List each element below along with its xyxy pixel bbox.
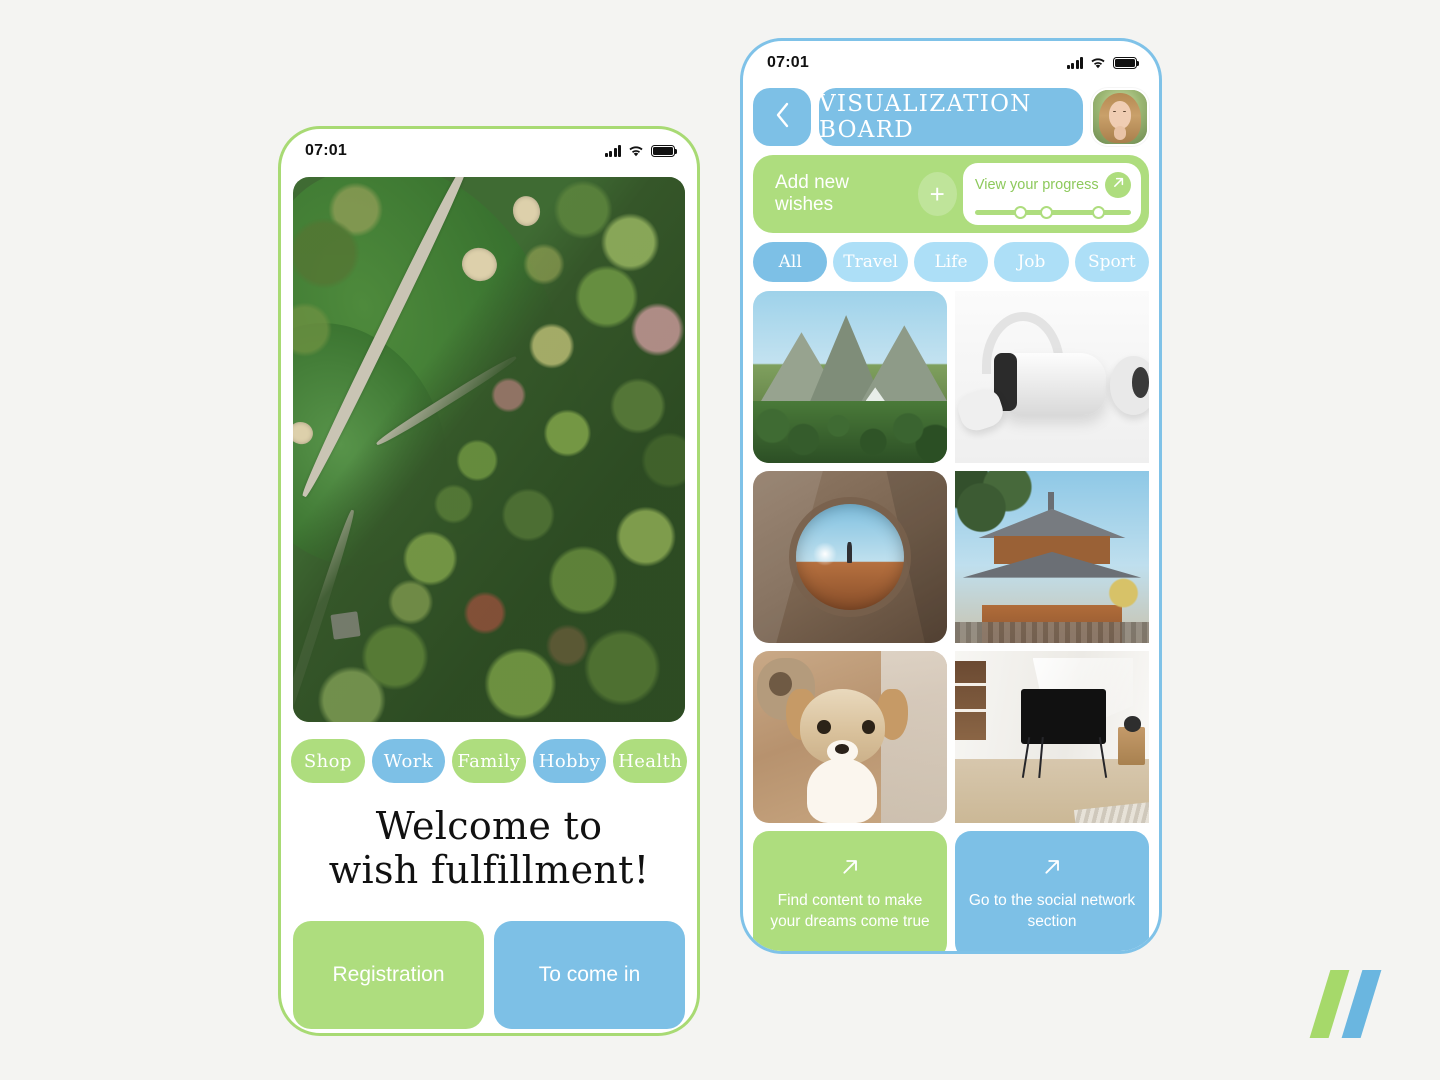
page-title: VISUALIZATION BOARD	[819, 88, 1083, 146]
filter-chip-life[interactable]: Life	[913, 242, 989, 282]
filter-chip-label: Sport	[1087, 252, 1136, 272]
category-pill-health[interactable]: Health	[613, 739, 687, 783]
filter-chip-sport[interactable]: Sport	[1074, 242, 1150, 282]
signal-bars-icon	[604, 145, 621, 157]
registration-button-label: Registration	[332, 962, 445, 986]
signal-bars-icon	[1066, 57, 1083, 69]
add-wish-button[interactable]: +	[917, 172, 957, 216]
screenshot-canvas: 07:01 Shop Work Family Hobby Health Welc…	[0, 0, 1440, 1080]
status-icons	[604, 145, 678, 157]
welcome-line-1: Welcome to	[375, 804, 603, 848]
progress-node	[1040, 206, 1054, 219]
arrow-up-right-icon	[1042, 857, 1062, 884]
filter-chip-label: All	[778, 252, 802, 272]
sign-in-button[interactable]: To come in	[494, 920, 685, 1029]
category-pill-work[interactable]: Work	[371, 739, 446, 783]
category-pill-label: Work	[383, 750, 434, 772]
status-bar: 07:01	[281, 129, 697, 173]
wifi-icon	[1090, 57, 1106, 69]
category-pill-family[interactable]: Family	[452, 739, 526, 783]
plus-icon: +	[929, 179, 945, 209]
progress-track[interactable]	[974, 206, 1131, 219]
status-time: 07:01	[305, 142, 347, 159]
wish-tile-vr-headset[interactable]	[955, 291, 1149, 463]
arrow-up-right-icon	[840, 857, 860, 884]
category-pill-hobby[interactable]: Hobby	[532, 739, 607, 783]
social-network-card-label: Go to the social network section	[968, 892, 1136, 930]
logo-bar-blue	[1341, 970, 1382, 1038]
category-pill-shop[interactable]: Shop	[291, 739, 365, 783]
social-network-card[interactable]: Go to the social network section	[955, 831, 1149, 951]
filter-chip-travel[interactable]: Travel	[833, 242, 908, 282]
view-progress-card[interactable]: View your progress	[962, 163, 1141, 225]
auth-button-row: Registration To come in	[281, 893, 697, 1029]
status-time: 07:01	[767, 54, 809, 71]
add-wishes-panel: Add new wishes + View your progress	[753, 155, 1149, 233]
category-pill-label: Shop	[303, 750, 352, 772]
wish-tile-tent-view[interactable]	[753, 471, 947, 643]
back-button[interactable]	[753, 88, 811, 146]
onboarding-phone-mockup: 07:01 Shop Work Family Hobby Health Welc…	[278, 126, 700, 1036]
find-content-card[interactable]: Find content to make your dreams come tr…	[753, 831, 947, 951]
view-progress-arrow-button[interactable]	[1105, 172, 1131, 198]
progress-node	[1091, 206, 1105, 219]
battery-full-icon	[651, 145, 678, 157]
board-action-cards: Find content to make your dreams come tr…	[753, 831, 1149, 951]
welcome-line-2: wish fulfillment!	[328, 848, 650, 893]
filter-chip-job[interactable]: Job	[994, 242, 1069, 282]
filter-chip-all[interactable]: All	[753, 242, 828, 282]
progress-node	[1013, 206, 1027, 219]
visualization-board-phone-mockup: 07:01 VISUALIZATION BOARD Add new wishes…	[740, 38, 1162, 954]
sign-in-button-label: To come in	[538, 962, 641, 986]
avatar[interactable]	[1091, 88, 1149, 146]
chevron-left-icon	[774, 101, 791, 134]
find-content-card-label: Find content to make your dreams come tr…	[770, 892, 930, 930]
add-wishes-label: Add new wishes	[775, 172, 849, 215]
status-icons	[1066, 57, 1140, 69]
filter-chip-label: Life	[934, 252, 968, 272]
category-pill-row: Shop Work Family Hobby Health	[281, 722, 697, 783]
view-progress-label: View your progress	[974, 177, 1099, 193]
view-progress-header: View your progress	[975, 172, 1131, 198]
wish-board-grid	[753, 291, 1149, 823]
wish-tile-puppy[interactable]	[753, 651, 947, 823]
wish-tile-tv-room[interactable]	[955, 651, 1149, 823]
category-pill-label: Family	[457, 750, 521, 772]
wish-tile-mountains[interactable]	[753, 291, 947, 463]
wifi-icon	[628, 145, 644, 157]
board-header: VISUALIZATION BOARD	[753, 88, 1149, 146]
battery-full-icon	[1113, 57, 1140, 69]
category-pill-label: Hobby	[538, 750, 601, 772]
wish-tile-temple[interactable]	[955, 471, 1149, 643]
hero-image	[293, 177, 685, 722]
filter-chip-label: Job	[1017, 252, 1046, 272]
page-title-label: VISUALIZATION BOARD	[819, 91, 1032, 143]
arrow-up-right-icon	[1112, 176, 1125, 194]
registration-button[interactable]: Registration	[293, 920, 484, 1029]
filter-chip-row: All Travel Life Job Sport	[753, 242, 1150, 282]
board-body: VISUALIZATION BOARD Add new wishes + Vie…	[743, 88, 1159, 951]
status-bar: 07:01	[743, 41, 1159, 85]
category-pill-label: Health	[618, 750, 683, 772]
double-slash-logo	[1306, 964, 1402, 1044]
welcome-heading: Welcome to wish fulfillment!	[281, 804, 697, 893]
filter-chip-label: Travel	[843, 252, 898, 272]
